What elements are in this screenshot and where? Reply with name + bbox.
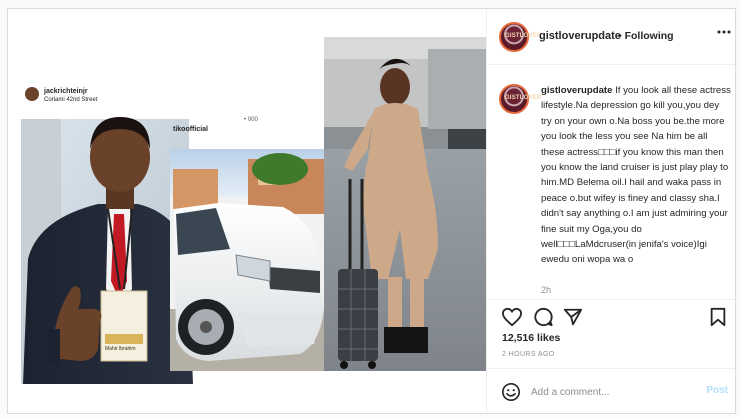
header-username[interactable]: gistloverupdate	[539, 30, 621, 42]
follow-status[interactable]: • Following	[618, 30, 674, 42]
media-left-location: Corlami 42nd Street	[44, 97, 98, 103]
caption-username[interactable]: gistloverupdate	[541, 85, 612, 96]
photo-woman-with-luggage	[324, 37, 486, 371]
post-side-panel: GISTLOVER gistloverupdate • Following GI…	[486, 9, 735, 413]
heart-icon[interactable]	[501, 307, 523, 332]
photo-land-cruiser	[170, 149, 328, 371]
comment-input[interactable]	[531, 383, 691, 401]
post-image[interactable]: jackrichteinjr Corlami 42nd Street tikoo…	[8, 9, 486, 413]
likes-count[interactable]: 12,516 likes	[502, 332, 560, 344]
caption-time[interactable]: 2h	[541, 285, 551, 295]
post-header: GISTLOVER gistloverupdate • Following	[487, 9, 735, 65]
caption-avatar[interactable]: GISTLOVER	[499, 84, 541, 114]
account-avatar[interactable]: GISTLOVER	[499, 22, 541, 52]
media-left-username: jackrichteinjr	[44, 88, 88, 95]
avatar-text: GISTLOVER	[505, 95, 542, 101]
bookmark-icon[interactable]	[709, 307, 727, 332]
media-badge-text: Mahir Ibrahim	[105, 346, 136, 352]
more-horizontal-icon[interactable]	[717, 25, 731, 44]
media-avatar	[25, 87, 39, 101]
comment-box: Post	[487, 368, 735, 413]
post-comment-button[interactable]: Post	[706, 385, 728, 396]
posted-time[interactable]: 2 HOURS AGO	[502, 351, 555, 358]
instagram-post: jackrichteinjr Corlami 42nd Street tikoo…	[7, 8, 736, 414]
comment-icon[interactable]	[533, 307, 554, 332]
share-icon[interactable]	[563, 307, 583, 332]
avatar-text: GISTLOVER	[505, 33, 542, 39]
caption: gistloverupdate If you look all these ac…	[541, 83, 731, 268]
media-mid-top-text: • 000	[244, 117, 258, 123]
emoji-icon[interactable]	[501, 382, 521, 407]
media-mid-username: tikoofficial	[173, 126, 209, 133]
caption-text: If you look all these actress lifestyle.…	[541, 85, 731, 266]
collage-image	[21, 37, 486, 384]
post-actions: 12,516 likes 2 HOURS AGO Post	[487, 299, 735, 413]
